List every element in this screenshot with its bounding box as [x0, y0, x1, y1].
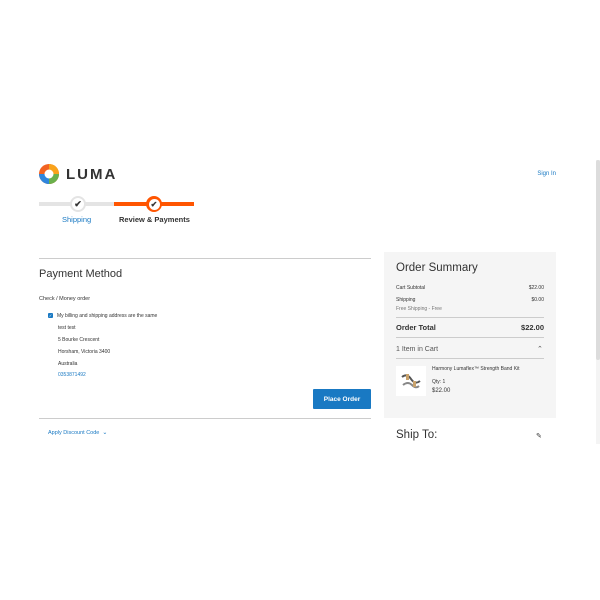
- items-in-cart-toggle[interactable]: 1 Item in Cart: [396, 346, 438, 353]
- apply-discount-toggle[interactable]: Apply Discount Code ⌄: [48, 429, 108, 437]
- product-thumbnail: [396, 366, 426, 396]
- order-total-label: Order Total: [396, 323, 436, 332]
- product-name: Harmony Lumaflex™ Strength Band Kit: [432, 366, 520, 372]
- divider: [39, 418, 371, 419]
- luma-logo-icon: [39, 164, 59, 184]
- chevron-down-icon: ⌄: [102, 430, 108, 436]
- divider: [39, 258, 371, 259]
- step-review-label: Review & Payments: [119, 215, 190, 224]
- pencil-icon[interactable]: ✎: [536, 432, 542, 440]
- same-address-checkbox[interactable]: ✓: [48, 313, 53, 318]
- address-city: Horsham, Victoria 3400: [58, 349, 111, 355]
- check-icon: ✔: [148, 198, 160, 210]
- place-order-button[interactable]: Place Order: [313, 389, 371, 409]
- ship-to-title: Ship To:: [396, 429, 438, 441]
- same-address-label[interactable]: My billing and shipping address are the …: [57, 313, 157, 319]
- shipping-label: Shipping: [396, 297, 416, 303]
- logo-text: LUMA: [66, 165, 118, 183]
- payment-method-title: Payment Method: [39, 268, 123, 280]
- sign-in-link[interactable]: Sign In: [537, 171, 556, 177]
- chevron-up-icon[interactable]: ⌃: [537, 345, 543, 353]
- scrollbar-thumb[interactable]: [596, 160, 600, 360]
- cart-subtotal-label: Cart Subtotal: [396, 285, 426, 291]
- step-shipping-marker: ✔: [70, 196, 86, 212]
- divider: [396, 358, 544, 359]
- step-review-marker: ✔: [146, 196, 162, 212]
- apply-discount-label: Apply Discount Code: [48, 429, 100, 436]
- cart-subtotal-value: $22.00: [528, 285, 544, 291]
- address-phone[interactable]: 0353871492: [58, 372, 86, 378]
- logo[interactable]: LUMA: [38, 162, 117, 186]
- payment-method-option[interactable]: Check / Money order: [39, 296, 90, 302]
- shipping-value: $0.00: [531, 297, 544, 303]
- address-name: test test: [58, 325, 76, 331]
- step-shipping-label[interactable]: Shipping: [62, 215, 91, 224]
- shipping-method: Free Shipping - Free: [396, 306, 442, 312]
- product-image: [401, 374, 421, 389]
- check-icon: ✔: [74, 198, 82, 209]
- divider: [396, 337, 544, 338]
- address-country: Australia: [58, 361, 78, 367]
- order-total-value: $22.00: [521, 323, 544, 332]
- product-price: $22.00: [432, 388, 451, 394]
- product-qty: Qty: 1: [432, 379, 446, 385]
- address-street: 5 Bourke Crescent: [58, 337, 100, 343]
- divider: [396, 317, 544, 318]
- order-summary-title: Order Summary: [396, 262, 478, 274]
